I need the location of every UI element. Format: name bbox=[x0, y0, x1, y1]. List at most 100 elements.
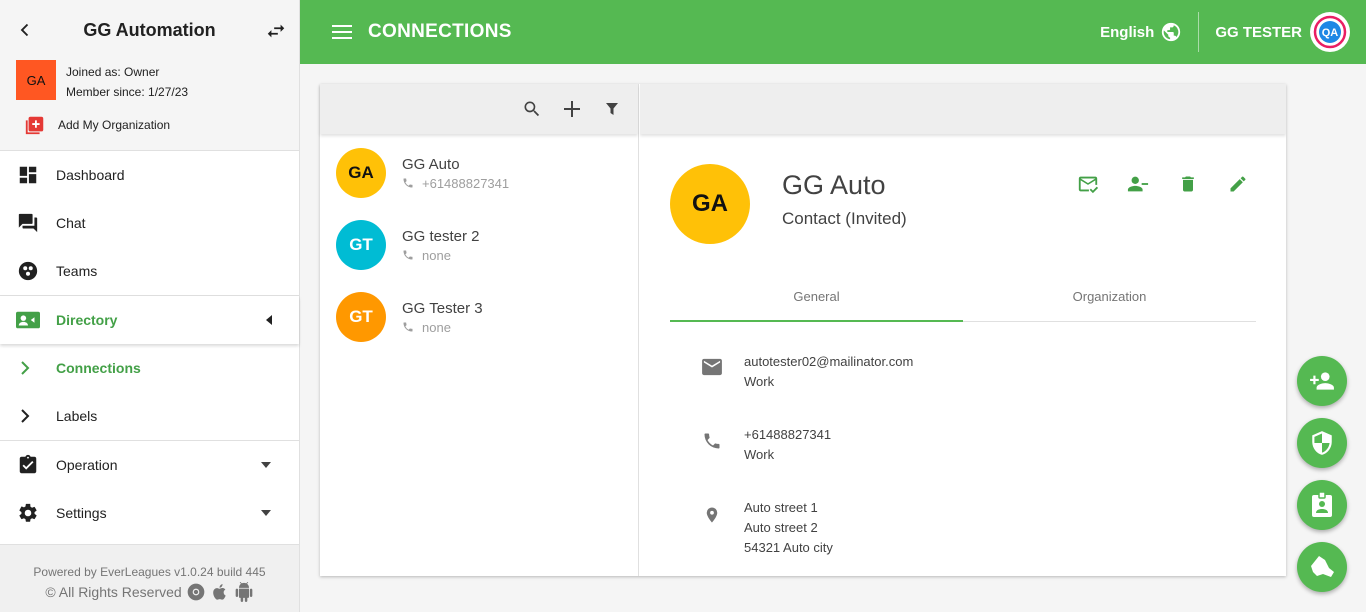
phone-value[interactable]: +61488827341 bbox=[744, 425, 831, 445]
mail-check-icon bbox=[1078, 176, 1099, 194]
detail-name: GG Auto bbox=[782, 170, 886, 200]
joined-as-text: Joined as: Owner bbox=[66, 65, 160, 79]
add-organization-label: Add My Organization bbox=[58, 118, 171, 132]
add-button[interactable] bbox=[560, 97, 584, 121]
connections-card: GA GG Auto +61488827341 GT GG tester 2 n… bbox=[320, 84, 1286, 576]
nav-operation[interactable]: Operation bbox=[0, 441, 299, 489]
remove-contact-button[interactable] bbox=[1126, 172, 1150, 196]
phone-info: +61488827341 Work bbox=[744, 425, 831, 465]
contact-phone-value: none bbox=[422, 247, 451, 263]
edit-button[interactable] bbox=[1226, 172, 1250, 196]
copyright-text: © All Rights Reserved bbox=[45, 584, 182, 600]
org-membership: Joined as: Owner Member since: 1/27/23 bbox=[66, 62, 188, 102]
nav-settings-label: Settings bbox=[56, 505, 107, 521]
user-name[interactable]: GG TESTER bbox=[1215, 24, 1302, 41]
apple-icon[interactable] bbox=[210, 582, 230, 602]
org-title: GG Automation bbox=[83, 20, 216, 40]
add-box-icon bbox=[25, 116, 44, 135]
plus-icon bbox=[564, 101, 580, 117]
contact-card-fab[interactable] bbox=[1297, 480, 1347, 530]
teams-icon bbox=[16, 259, 40, 283]
add-organization-link[interactable]: Add My Organization bbox=[24, 114, 170, 136]
sidebar: GG Automation GA Joined as: Owner Member… bbox=[0, 0, 300, 612]
contact-item[interactable]: GA GG Auto +61488827341 bbox=[320, 137, 638, 209]
nav-settings[interactable]: Settings bbox=[0, 489, 299, 537]
person-remove-icon bbox=[1127, 176, 1149, 192]
nav-directory[interactable]: Directory bbox=[0, 296, 299, 344]
map-fab[interactable] bbox=[1297, 542, 1347, 592]
shield-icon bbox=[1312, 431, 1332, 455]
nav-dashboard[interactable]: Dashboard bbox=[0, 151, 299, 199]
contact-name: GG Auto bbox=[402, 155, 460, 173]
nav-connections-label: Connections bbox=[56, 360, 141, 376]
language-label: English bbox=[1100, 23, 1155, 41]
add-contact-fab[interactable] bbox=[1297, 356, 1347, 406]
contact-phone-value: none bbox=[422, 319, 451, 335]
contact-phone-value: +61488827341 bbox=[422, 175, 510, 191]
dashboard-icon bbox=[16, 163, 40, 187]
contact-info: GG Tester 3 none bbox=[402, 300, 483, 335]
gear-icon bbox=[16, 501, 40, 525]
detail-toolbar bbox=[640, 84, 1286, 134]
directory-icon bbox=[16, 308, 40, 332]
detail-actions bbox=[1050, 172, 1250, 196]
search-icon bbox=[524, 101, 540, 117]
detail-tabs: General Organization bbox=[670, 282, 1256, 322]
email-type: Work bbox=[744, 374, 775, 389]
tab-organization[interactable]: Organization bbox=[963, 282, 1256, 321]
chevron-right-icon bbox=[20, 361, 36, 375]
address-row: Auto street 1 Auto street 2 54321 Auto c… bbox=[700, 498, 833, 558]
map-region-icon bbox=[1311, 556, 1334, 577]
globe-icon bbox=[1162, 22, 1181, 42]
contact-phone: none bbox=[402, 320, 483, 335]
qa-logo-icon: QA bbox=[1313, 15, 1347, 49]
clipboard-check-icon bbox=[16, 453, 40, 477]
topbar-divider bbox=[1198, 12, 1200, 52]
phone-icon bbox=[403, 178, 413, 188]
nav-directory-group: Directory bbox=[0, 296, 299, 344]
delete-button[interactable] bbox=[1176, 172, 1200, 196]
contacts-list-pane: GA GG Auto +61488827341 GT GG tester 2 n… bbox=[320, 84, 639, 576]
trash-icon bbox=[1182, 176, 1194, 192]
resend-invite-button[interactable] bbox=[1076, 172, 1100, 196]
phone-type: Work bbox=[744, 447, 775, 462]
contact-phone: +61488827341 bbox=[402, 176, 509, 191]
detail-avatar: GA bbox=[670, 164, 750, 244]
chat-icon bbox=[16, 211, 40, 235]
phone-row: +61488827341 Work bbox=[700, 425, 831, 465]
email-row: autotester02@mailinator.com Work bbox=[700, 352, 913, 392]
phone-icon bbox=[700, 425, 724, 465]
search-button[interactable] bbox=[520, 97, 544, 121]
phone-icon bbox=[403, 250, 413, 260]
contact-item[interactable]: GT GG tester 2 none bbox=[320, 209, 638, 281]
address-line: Auto street 1 bbox=[744, 500, 818, 515]
language-selector[interactable]: English bbox=[1100, 21, 1182, 43]
android-icon[interactable] bbox=[234, 582, 254, 602]
nav-chat[interactable]: Chat bbox=[0, 199, 299, 247]
contact-avatar: GT bbox=[336, 220, 386, 270]
sidebar-footer: Powered by EverLeagues v1.0.24 build 445… bbox=[0, 544, 299, 612]
contact-name: GG tester 2 bbox=[402, 227, 480, 245]
security-fab[interactable] bbox=[1297, 418, 1347, 468]
nav-labels-label: Labels bbox=[56, 408, 98, 424]
hamburger-menu-icon[interactable] bbox=[332, 24, 352, 40]
nav-secondary: Operation Settings bbox=[0, 441, 299, 537]
location-pin-icon bbox=[700, 498, 724, 558]
contact-item[interactable]: GT GG Tester 3 none bbox=[320, 281, 638, 353]
person-add-icon bbox=[1310, 372, 1334, 390]
nav-directory-label: Directory bbox=[56, 312, 118, 328]
chrome-icon[interactable] bbox=[186, 582, 206, 602]
switch-org-icon[interactable] bbox=[265, 20, 287, 42]
detail-status: Contact (Invited) bbox=[782, 209, 907, 228]
nav-labels[interactable]: Labels bbox=[0, 392, 299, 440]
nav-connections[interactable]: Connections bbox=[0, 344, 299, 392]
email-value[interactable]: autotester02@mailinator.com bbox=[744, 352, 913, 372]
tab-general[interactable]: General bbox=[670, 282, 963, 322]
powered-by-text: Powered by EverLeagues v1.0.24 build 445 bbox=[33, 565, 266, 579]
expand-caret-icon bbox=[261, 462, 271, 468]
pencil-icon bbox=[1230, 176, 1246, 192]
nav-teams[interactable]: Teams bbox=[0, 247, 299, 295]
contact-name: GG Tester 3 bbox=[402, 299, 483, 317]
user-avatar[interactable]: QA bbox=[1310, 12, 1350, 52]
filter-button[interactable] bbox=[600, 97, 624, 121]
